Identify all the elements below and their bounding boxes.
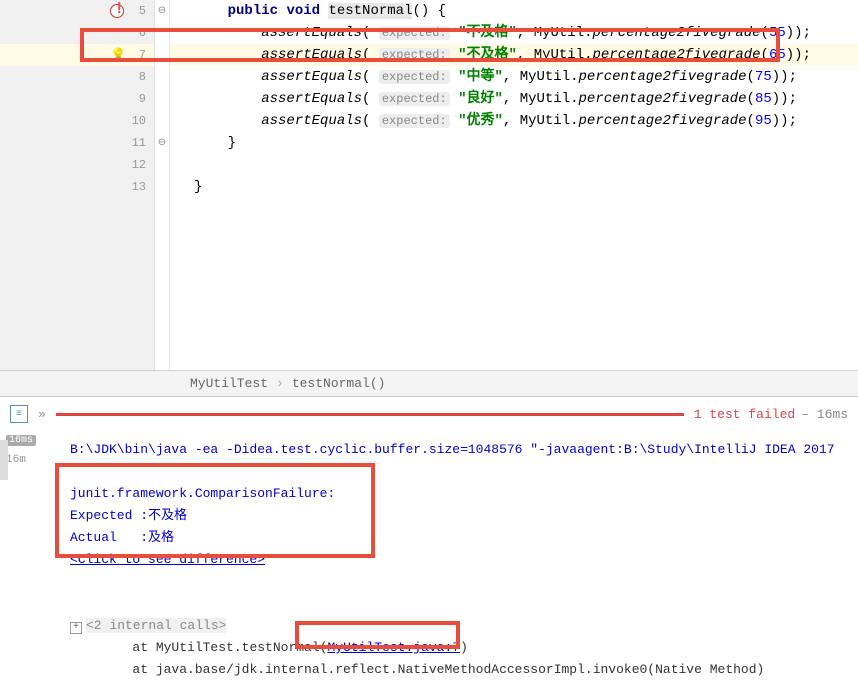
fold-mark[interactable]: ⊖ bbox=[155, 0, 169, 22]
gutter-line[interactable]: 12 bbox=[0, 154, 154, 176]
stack-line-2: at java.base/jdk.internal.reflect.Native… bbox=[70, 659, 858, 681]
gutter-line[interactable]: 6 bbox=[0, 22, 154, 44]
fold-mark[interactable] bbox=[155, 154, 169, 176]
console-cmd: B:\JDK\bin\java -ea -Didea.test.cyclic.b… bbox=[70, 439, 858, 461]
error-icon[interactable] bbox=[110, 4, 124, 18]
code-line[interactable]: assertEquals( expected: "优秀", MyUtil.per… bbox=[170, 110, 858, 132]
fold-mark[interactable] bbox=[155, 44, 169, 66]
code-editor[interactable]: 567💡8910111213 ⊖⊖ public void testNormal… bbox=[0, 0, 858, 370]
gutter-line[interactable]: 5 bbox=[0, 0, 154, 22]
code-line[interactable]: } bbox=[170, 132, 858, 154]
breadcrumb-class[interactable]: MyUtilTest bbox=[190, 376, 268, 391]
code-line[interactable]: assertEquals( expected: "良好", MyUtil.per… bbox=[170, 88, 858, 110]
failure-title: junit.framework.ComparisonFailure: bbox=[70, 483, 858, 505]
internal-calls[interactable]: <2 internal calls> bbox=[86, 618, 226, 633]
click-diff-link[interactable]: <Click to see difference> bbox=[70, 552, 265, 567]
expand-icon[interactable]: + bbox=[70, 622, 82, 634]
gutter-line[interactable]: 7💡 bbox=[0, 44, 154, 66]
gutter-line[interactable]: 11 bbox=[0, 132, 154, 154]
fail-label: 1 test failed bbox=[694, 407, 795, 422]
line-gutter: 567💡8910111213 bbox=[0, 0, 155, 370]
code-line[interactable]: } bbox=[170, 176, 858, 198]
console-output[interactable]: B:\JDK\bin\java -ea -Didea.test.cyclic.b… bbox=[0, 431, 858, 681]
actual-line: Actual :及格 bbox=[70, 527, 858, 549]
code-line[interactable]: assertEquals( expected: "中等", MyUtil.per… bbox=[170, 66, 858, 88]
fold-mark[interactable] bbox=[155, 88, 169, 110]
chevron-icon[interactable]: » bbox=[38, 407, 46, 422]
breadcrumb-method[interactable]: testNormal() bbox=[292, 376, 386, 391]
test-result-header: ≡ » 1 test failed – 16ms bbox=[0, 397, 858, 431]
stack-line-1: at MyUtilTest.testNormal(MyUtilTest.java… bbox=[70, 637, 858, 659]
code-line[interactable]: assertEquals( expected: "不及格", MyUtil.pe… bbox=[170, 44, 858, 66]
run-panel: ≡ » 1 test failed – 16ms 16ms 16m B:\JDK… bbox=[0, 396, 858, 662]
code-line[interactable]: assertEquals( expected: "不及格", MyUtil.pe… bbox=[170, 22, 858, 44]
gutter-line[interactable]: 9 bbox=[0, 88, 154, 110]
gutter-line[interactable]: 8 bbox=[0, 66, 154, 88]
fold-mark[interactable] bbox=[155, 110, 169, 132]
code-line[interactable]: public void testNormal() { bbox=[170, 0, 858, 22]
code-line[interactable] bbox=[170, 154, 858, 176]
fail-time: – 16ms bbox=[801, 407, 848, 422]
code-area[interactable]: public void testNormal() { assertEquals(… bbox=[170, 0, 858, 370]
fold-mark[interactable] bbox=[155, 66, 169, 88]
expected-line: Expected :不及格 bbox=[70, 505, 858, 527]
fail-bar bbox=[56, 413, 684, 416]
stack-link[interactable]: MyUtilTest.java:7 bbox=[327, 640, 460, 655]
bulb-icon[interactable]: 💡 bbox=[110, 48, 124, 62]
fold-column: ⊖⊖ bbox=[155, 0, 170, 370]
fold-mark[interactable]: ⊖ bbox=[155, 132, 169, 154]
gutter-line[interactable]: 13 bbox=[0, 176, 154, 198]
fold-mark[interactable] bbox=[155, 22, 169, 44]
layout-icon[interactable]: ≡ bbox=[10, 405, 28, 423]
breadcrumb[interactable]: MyUtilTest › testNormal() bbox=[0, 370, 858, 396]
fold-mark[interactable] bbox=[155, 176, 169, 198]
breadcrumb-sep: › bbox=[276, 376, 284, 391]
gutter-line[interactable]: 10 bbox=[0, 110, 154, 132]
